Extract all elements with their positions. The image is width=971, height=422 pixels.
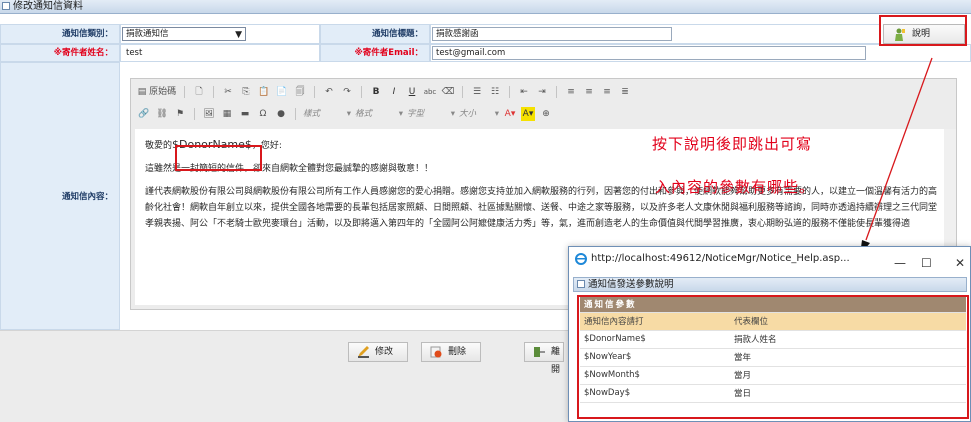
- maximize-icon[interactable]: ⊕: [539, 107, 553, 121]
- help-highlight-box: [879, 15, 967, 46]
- align-center-icon[interactable]: ≡: [582, 85, 596, 99]
- help-popup-window: http://localhost:49612/NoticeMgr/Notice_…: [568, 246, 971, 422]
- special-char-icon[interactable]: Ω: [256, 107, 270, 121]
- popup-section-header: 通知信發送參數說明: [573, 277, 967, 292]
- toolbar-separator: [314, 86, 315, 98]
- chevron-down-icon: ▾: [450, 109, 455, 119]
- toolbar-separator: [462, 86, 463, 98]
- sender-email-input[interactable]: test@gmail.com: [432, 46, 866, 60]
- remove-format-icon[interactable]: ⌫: [441, 85, 455, 99]
- popup-titlebar[interactable]: http://localhost:49612/NoticeMgr/Notice_…: [569, 247, 970, 271]
- horizontal-rule-icon[interactable]: ▬: [238, 107, 252, 121]
- table-icon[interactable]: ▦: [220, 107, 234, 121]
- chevron-down-icon: ▾: [494, 109, 499, 119]
- panel-title: 修改通知信資料: [0, 0, 971, 14]
- annotation-line-2: 入內容的參數有哪些。: [655, 178, 816, 196]
- popup-body: 通知信發送參數說明 通知信參數 通知信內容請打 代表欄位 $DonorName$…: [569, 271, 970, 421]
- category-label: 通知信類別：: [0, 24, 120, 44]
- bg-color-icon[interactable]: A▾: [521, 107, 535, 121]
- paste-word-icon[interactable]: 🗐: [293, 85, 307, 99]
- category-select[interactable]: 捐款通知信 ▼: [122, 27, 246, 41]
- size-combo[interactable]: 大小 ▾: [459, 107, 499, 121]
- popup-url: http://localhost:49612/NoticeMgr/Notice_…: [591, 253, 850, 264]
- preview-icon[interactable]: 🗋: [192, 85, 206, 99]
- chevron-down-icon: ▾: [398, 109, 403, 119]
- toolbar-separator: [194, 108, 195, 120]
- align-left-icon[interactable]: ≡: [564, 85, 578, 99]
- delete-button-label: 刪除: [448, 347, 467, 357]
- leave-button-label: 離開: [551, 347, 561, 375]
- annotation-line-1: 按下說明後即跳出可寫: [652, 135, 813, 153]
- greeting-prefix: 敬愛的: [145, 141, 173, 151]
- bulleted-list-icon[interactable]: ☷: [488, 85, 502, 99]
- subject-input[interactable]: 捐款感謝函: [432, 27, 672, 41]
- parameter-highlight-box: [577, 295, 969, 419]
- paste-icon[interactable]: 📋: [257, 85, 271, 99]
- subject-label: 通知信標題：: [320, 24, 430, 44]
- popup-section-title: 通知信發送參數說明: [588, 279, 674, 290]
- toolbar-row-2: 🔗 ⛓ ⚑ 🖼 ▦ ▬ Ω ● 樣式 ▾ 格式 ▾ 字型 ▾ 大小 ▾ A▾ A▾ ⊕: [137, 105, 553, 123]
- bold-icon[interactable]: B: [369, 85, 383, 99]
- toolbar-separator: [213, 86, 214, 98]
- collapse-toggle-icon[interactable]: [577, 280, 585, 288]
- toolbar-separator: [361, 86, 362, 98]
- numbered-list-icon[interactable]: ☰: [470, 85, 484, 99]
- pencil-icon: [358, 346, 369, 358]
- anchor-icon[interactable]: ⚑: [173, 107, 187, 121]
- sender-name-label: ※寄件者姓名：: [0, 44, 120, 62]
- content-label: 通知信內容：: [0, 62, 120, 330]
- format-combo[interactable]: 格式 ▾: [355, 107, 403, 121]
- align-justify-icon[interactable]: ≣: [618, 85, 632, 99]
- style-combo[interactable]: 樣式 ▾: [303, 107, 351, 121]
- panel-title-text: 修改通知信資料: [13, 1, 83, 12]
- link-icon[interactable]: 🔗: [137, 107, 151, 121]
- copy-icon[interactable]: ⎘: [239, 85, 253, 99]
- toolbar-row-1: ▤ 原始碼 🗋 ✂ ⎘ 📋 📄 🗐 ↶ ↷ B I U abc ⌫ ☰ ☷ ⇤ …: [137, 83, 632, 101]
- undo-icon[interactable]: ↶: [322, 85, 336, 99]
- font-combo[interactable]: 字型 ▾: [407, 107, 455, 121]
- source-label: 原始碼: [149, 87, 177, 97]
- paragraph-1: 這雖然是一封簡短的信件，卻來自網軟全體對您最誠摯的感謝與敬意！！: [145, 164, 434, 174]
- font-combo-label: 字型: [407, 109, 425, 119]
- greeting-line: 敬愛的$DonorName$，您好:: [145, 137, 943, 154]
- edit-button-label: 修改: [375, 347, 394, 357]
- editor-toolbar: ▤ 原始碼 🗋 ✂ ⎘ 📋 📄 🗐 ↶ ↷ B I U abc ⌫ ☰ ☷ ⇤ …: [131, 79, 956, 129]
- ie-browser-icon: [575, 253, 587, 265]
- italic-icon[interactable]: I: [387, 85, 401, 99]
- toolbar-separator: [509, 86, 510, 98]
- format-combo-label: 格式: [355, 109, 373, 119]
- chevron-down-icon: ▾: [346, 109, 351, 119]
- image-icon[interactable]: 🖼: [202, 107, 216, 121]
- toolbar-separator: [184, 86, 185, 98]
- edit-button[interactable]: 修改: [348, 342, 408, 362]
- underline-icon[interactable]: U: [405, 85, 419, 99]
- unlink-icon[interactable]: ⛓: [155, 107, 169, 121]
- delete-button[interactable]: 刪除: [421, 342, 481, 362]
- chevron-down-icon: ▼: [235, 30, 242, 40]
- cut-icon[interactable]: ✂: [221, 85, 235, 99]
- delete-icon: [430, 346, 442, 358]
- size-combo-label: 大小: [459, 109, 477, 119]
- category-select-value: 捐款通知信: [126, 29, 169, 39]
- outdent-icon[interactable]: ⇤: [517, 85, 531, 99]
- sender-email-label: ※寄件者Email：: [320, 44, 430, 62]
- indent-icon[interactable]: ⇥: [535, 85, 549, 99]
- style-combo-label: 樣式: [303, 109, 321, 119]
- toolbar-separator: [295, 108, 296, 120]
- redo-icon[interactable]: ↷: [340, 85, 354, 99]
- source-button[interactable]: ▤ 原始碼: [137, 85, 177, 99]
- toolbar-separator: [556, 86, 557, 98]
- sender-name-input[interactable]: test: [122, 46, 318, 60]
- align-right-icon[interactable]: ≡: [600, 85, 614, 99]
- variable-highlight-box: [175, 145, 262, 171]
- paragraph-2: 謹代表網軟股份有限公司與網軟股份有限公司所有工作人員感謝您的愛心捐贈。感謝您支持…: [145, 187, 938, 229]
- text-color-icon[interactable]: A▾: [503, 107, 517, 121]
- smiley-icon[interactable]: ●: [274, 107, 288, 121]
- exit-icon: [534, 347, 545, 357]
- collapse-toggle-icon[interactable]: [2, 2, 10, 10]
- paste-text-icon[interactable]: 📄: [275, 85, 289, 99]
- strike-icon[interactable]: abc: [423, 85, 437, 99]
- leave-button[interactable]: 離開: [524, 342, 564, 375]
